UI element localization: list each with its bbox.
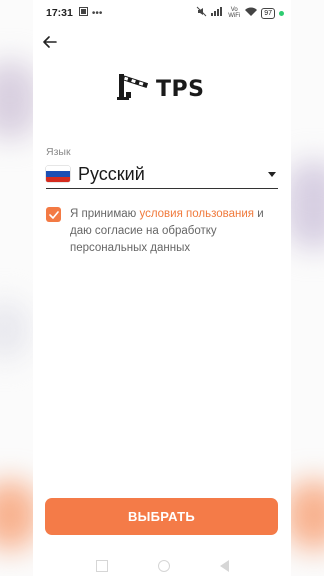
consent-text-before: Я принимаю [70, 208, 140, 220]
consent-row: Я принимаю условия пользования и даю сог… [46, 206, 278, 257]
terms-link[interactable]: условия пользования [139, 208, 254, 220]
battery-indicator: 97 [261, 7, 275, 19]
russia-flag-icon [46, 166, 70, 182]
back-triangle-icon[interactable] [219, 560, 229, 572]
barrier-gate-icon [116, 72, 150, 107]
signal-icon [211, 7, 223, 19]
language-label: Язык [46, 146, 71, 158]
checkmark-icon [48, 206, 59, 224]
select-button[interactable]: ВЫБРАТЬ [45, 498, 278, 535]
app-logo: TPS [116, 72, 204, 107]
consent-checkbox[interactable] [46, 207, 61, 222]
vowifi-label: Vo WiFi [228, 7, 241, 19]
language-value: Русский [78, 163, 145, 184]
consent-text: Я принимаю условия пользования и даю сог… [70, 206, 278, 257]
status-bar: 17:31 ••• Vo WiFi 97 [36, 0, 288, 26]
dropdown-caret-icon [268, 171, 276, 177]
status-dot [279, 10, 284, 16]
wifi-icon [245, 7, 258, 19]
status-time: 17:31 [46, 7, 73, 19]
system-nav-bar [33, 556, 291, 576]
logo-text: TPS [156, 77, 205, 102]
mute-icon [196, 6, 207, 20]
language-select[interactable]: Русский [46, 160, 278, 189]
home-icon[interactable] [157, 560, 170, 572]
more-dots-icon: ••• [91, 7, 103, 19]
recent-apps-icon[interactable] [95, 560, 108, 572]
back-button[interactable] [40, 34, 60, 54]
screenshot-icon [78, 7, 88, 19]
arrow-left-icon [43, 35, 57, 53]
